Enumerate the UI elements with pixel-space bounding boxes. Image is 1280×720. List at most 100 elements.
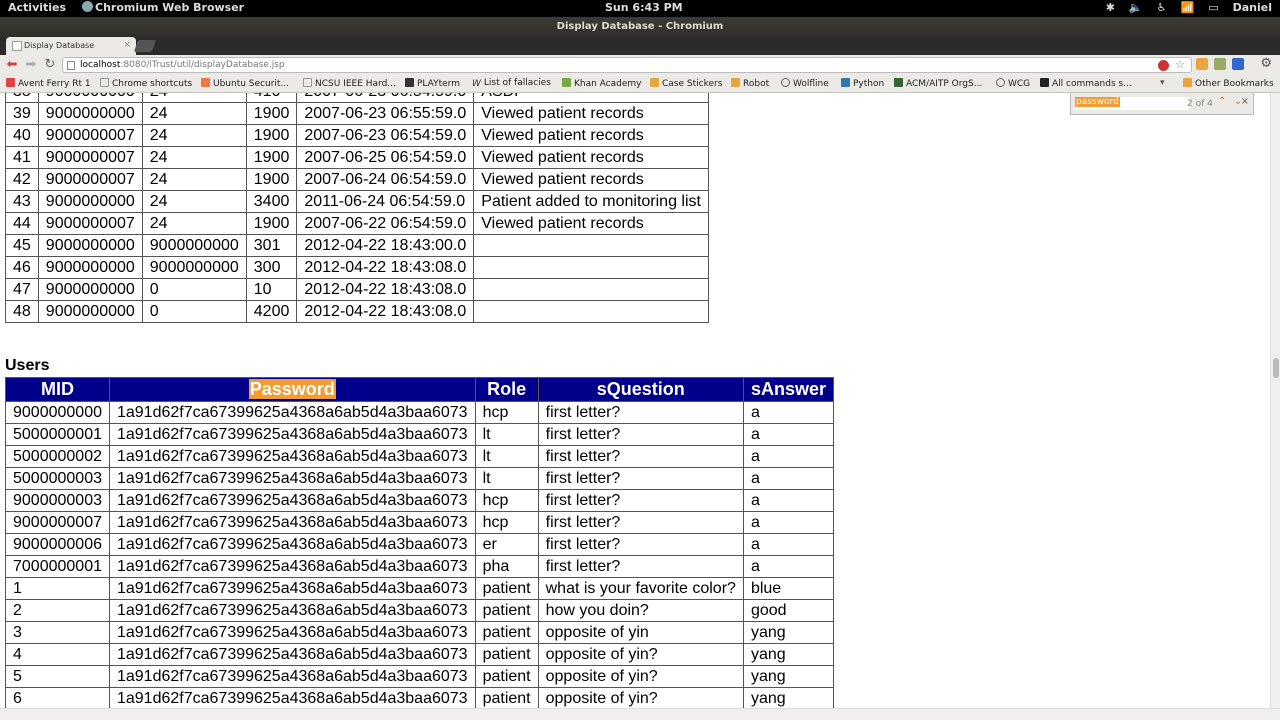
find-previous-icon[interactable]: ⌃ <box>1218 96 1226 107</box>
table-row: 48 9000000000 0 4200 2012-04-22 18:43:08.0 <box>5 300 709 323</box>
vertical-scrollbar[interactable] <box>1270 93 1280 708</box>
bookmark-item[interactable]: W List of fallacies <box>472 78 551 89</box>
volume-icon[interactable]: 🔈 <box>1129 1 1143 14</box>
column-header: Role <box>474 377 539 402</box>
battery-icon[interactable]: ▭ <box>1208 1 1218 14</box>
user-menu[interactable]: Daniel <box>1233 1 1272 14</box>
table-cell: 9000000000 <box>37 300 143 323</box>
table-cell: 3400 <box>245 190 298 213</box>
bookmark-item[interactable]: NCSU IEEE Hard... <box>303 78 396 89</box>
bookmark-item[interactable]: ACM/AITP OrgS... <box>894 78 982 89</box>
app-name: Chromium Web Browser <box>95 1 245 14</box>
bluetooth-icon[interactable]: ✱ <box>1106 1 1115 14</box>
extension-icon[interactable] <box>1214 58 1226 70</box>
accessibility-icon[interactable]: ♿ <box>1157 1 1167 14</box>
table-cell: yang <box>742 687 834 708</box>
find-close-icon[interactable]: × <box>1241 96 1249 107</box>
bookmarks-bar: Avent Ferry Rt 1 Chrome shortcuts Ubuntu… <box>0 75 1280 93</box>
bookmark-star-icon[interactable]: ☆ <box>1175 58 1185 71</box>
window-title: Display Database - Chromium <box>0 17 1280 37</box>
table-cell: 9000000003 <box>5 489 110 512</box>
reload-icon[interactable]: ↻ <box>42 57 58 73</box>
table-cell: 9000000000 <box>141 256 247 279</box>
table-cell: 24 <box>141 124 247 147</box>
table-cell: first letter? <box>537 423 744 446</box>
other-bookmarks[interactable]: Other Bookmarks <box>1183 78 1274 89</box>
bookmark-item[interactable]: Python <box>841 78 884 89</box>
table-cell: patient <box>474 687 539 708</box>
table-cell: 6 <box>5 687 110 708</box>
page-icon <box>12 41 22 51</box>
back-arrow-icon[interactable]: ⬅ <box>4 57 20 73</box>
bookmark-item[interactable]: Wolfline <box>781 78 829 89</box>
table-cell: yang <box>742 643 834 666</box>
users-table: MID Password Role sQuestion sAnswer 90000000… <box>5 377 834 708</box>
table-cell: 1a91d62f7ca67399625a4368a6ab5d4a3baa6073 <box>108 423 476 446</box>
table-cell: 48 <box>5 300 39 323</box>
extension-icon[interactable] <box>1196 58 1208 70</box>
bookmark-item[interactable]: Case Stickers <box>650 78 722 89</box>
app-menu[interactable]: Chromium Web Browser <box>82 1 244 14</box>
table-cell: 1a91d62f7ca67399625a4368a6ab5d4a3baa6073 <box>108 599 476 622</box>
folder-icon <box>731 78 740 87</box>
table-cell: 7000000001 <box>5 555 110 578</box>
bookmark-item[interactable]: Avent Ferry Rt 1 <box>6 78 91 89</box>
table-cell: 9000000007 <box>37 146 143 169</box>
table-row: 6 1a91d62f7ca67399625a4368a6ab5d4a3baa607… <box>5 687 834 708</box>
bookmark-item[interactable]: All commands s... <box>1040 78 1132 89</box>
page-content: 389000000000244102007-06-23 06:54:59.0AS… <box>0 93 1270 708</box>
table-row: 5000000002 1a91d62f7ca67399625a4368a6ab5d… <box>5 445 834 468</box>
new-tab-button[interactable] <box>133 40 157 52</box>
wcg-icon <box>996 78 1005 87</box>
table-cell: Viewed patient records <box>473 146 709 169</box>
table-cell: pha <box>474 555 539 578</box>
bookmark-item[interactable]: WCG <box>996 78 1030 89</box>
extension-icon[interactable] <box>1232 58 1244 70</box>
tab-display-database[interactable]: Display Database × <box>6 37 136 55</box>
table-cell: opposite of yin? <box>537 665 744 688</box>
table-cell: opposite of yin <box>537 621 744 644</box>
close-tab-icon[interactable]: × <box>123 40 131 50</box>
scrollbar-thumb[interactable] <box>1273 358 1279 378</box>
table-cell: 5000000001 <box>5 423 110 446</box>
bookmark-item[interactable]: PLAYterm <box>405 78 460 89</box>
clock[interactable]: Sun 6:43 PM <box>605 1 683 14</box>
table-row: 9000000007 1a91d62f7ca67399625a4368a6ab5d… <box>5 511 834 534</box>
forward-arrow-icon[interactable]: ➡ <box>23 57 39 73</box>
table-cell: 2 <box>5 599 110 622</box>
page-icon <box>100 78 109 87</box>
table-cell: 4 <box>5 643 110 666</box>
table-cell: 1a91d62f7ca67399625a4368a6ab5d4a3baa6073 <box>108 401 476 424</box>
table-cell: 0 <box>141 278 247 301</box>
table-cell <box>473 234 709 257</box>
adblock-icon[interactable] <box>1158 60 1169 71</box>
find-input[interactable]: password <box>1075 97 1189 110</box>
folder-icon <box>650 78 659 87</box>
table-cell: 2012-04-22 18:43:08.0 <box>296 300 475 323</box>
table-cell: 1900 <box>245 146 298 169</box>
wikipedia-icon: W <box>472 79 481 89</box>
khan-icon <box>562 78 571 87</box>
terminal-icon <box>405 78 414 87</box>
network-icon[interactable]: 📶 <box>1181 1 1195 14</box>
table-row: 9000000000 1a91d62f7ca67399625a4368a6ab5d… <box>5 401 834 424</box>
table-cell: 5000000002 <box>5 445 110 468</box>
table-cell: 9000000007 <box>5 511 110 534</box>
bookmark-item[interactable]: Khan Academy <box>562 78 642 89</box>
activities-button[interactable]: Activities <box>8 1 66 14</box>
column-header: MID <box>5 377 110 402</box>
table-cell: patient <box>474 577 539 600</box>
bookmark-item[interactable]: Ubuntu Securit... <box>201 78 289 89</box>
access-log-table: 389000000000244102007-06-23 06:54:59.0AS… <box>5 93 709 323</box>
bookmarks-overflow-chevron-icon[interactable]: ▾ <box>1160 78 1165 88</box>
bookmark-item[interactable]: Chrome shortcuts <box>100 78 192 89</box>
wrench-menu-icon[interactable]: ⚙ <box>1260 56 1272 71</box>
table-row: 44 9000000007 24 1900 2007-06-22 06:54:59.0 V… <box>5 212 709 235</box>
address-bar[interactable]: localhost:8080/iTrust/util/displayDataba… <box>62 57 1192 73</box>
horizontal-scrollbar[interactable] <box>0 708 1280 720</box>
bookmark-item[interactable]: Robot <box>731 78 769 89</box>
table-cell <box>473 256 709 279</box>
table-row: 4 1a91d62f7ca67399625a4368a6ab5d4a3baa607… <box>5 643 834 666</box>
table-cell: hcp <box>474 401 539 424</box>
table-cell: first letter? <box>537 533 744 556</box>
